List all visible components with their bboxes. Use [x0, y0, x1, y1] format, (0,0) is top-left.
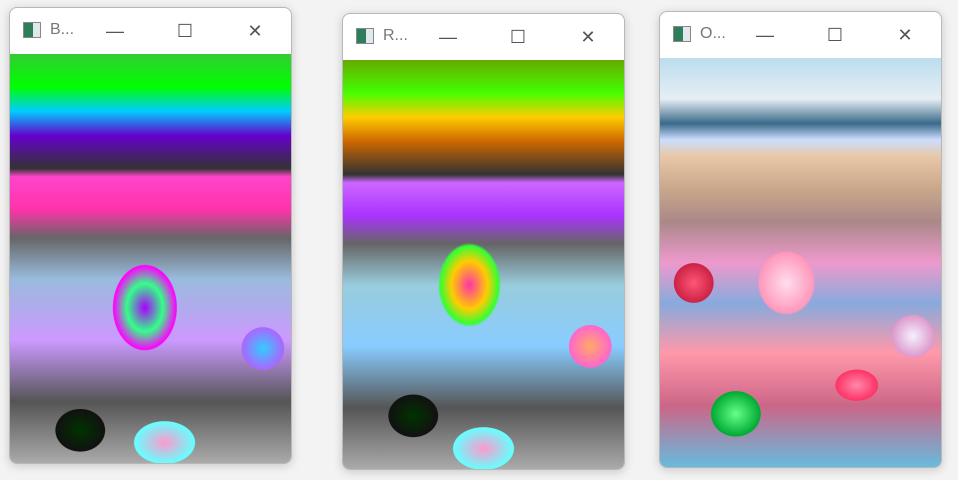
- image-display-false-color-beach: [343, 60, 624, 469]
- maximize-icon[interactable]: ☐: [820, 22, 850, 48]
- maximize-icon[interactable]: ☐: [170, 18, 200, 44]
- app-icon: [673, 26, 691, 42]
- maximize-icon[interactable]: ☐: [503, 24, 533, 50]
- window-b[interactable]: B... — ☐ ✕: [9, 7, 292, 464]
- image-display-false-color-beach: [10, 54, 291, 463]
- close-icon[interactable]: ✕: [890, 22, 920, 48]
- minimize-icon[interactable]: —: [750, 22, 780, 48]
- window-r[interactable]: R... — ☐ ✕: [342, 13, 625, 470]
- close-icon[interactable]: ✕: [240, 18, 270, 44]
- close-icon[interactable]: ✕: [573, 24, 603, 50]
- window-title: R...: [383, 27, 408, 44]
- window-o[interactable]: O... — ☐ ✕: [659, 11, 942, 468]
- window-title: B...: [50, 21, 75, 38]
- title-bar[interactable]: O... — ☐ ✕: [660, 12, 941, 58]
- title-bar[interactable]: B... — ☐ ✕: [10, 8, 291, 54]
- app-icon: [356, 28, 374, 44]
- minimize-icon[interactable]: —: [433, 24, 463, 50]
- image-display-original-beach: [660, 58, 941, 467]
- minimize-icon[interactable]: —: [100, 18, 130, 44]
- title-bar[interactable]: R... — ☐ ✕: [343, 14, 624, 60]
- app-icon: [23, 22, 41, 38]
- window-title: O...: [700, 25, 726, 42]
